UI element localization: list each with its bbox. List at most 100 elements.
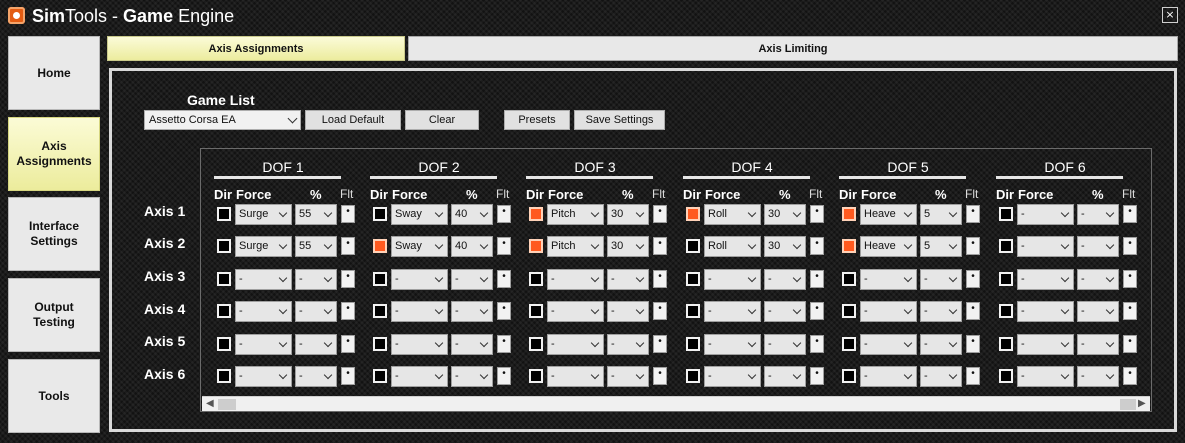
percent-select[interactable]: 55: [295, 204, 337, 225]
tab-axis-assignments[interactable]: Axis Assignments: [107, 36, 405, 61]
filter-button[interactable]: •: [810, 335, 824, 353]
direction-checkbox[interactable]: [217, 337, 231, 351]
force-select[interactable]: -: [391, 269, 448, 290]
percent-select[interactable]: 30: [607, 204, 649, 225]
direction-checkbox[interactable]: [217, 272, 231, 286]
force-select[interactable]: Roll: [704, 236, 761, 257]
filter-button[interactable]: •: [341, 270, 355, 288]
percent-select[interactable]: -: [920, 269, 962, 290]
direction-checkbox[interactable]: [529, 369, 543, 383]
percent-select[interactable]: -: [607, 366, 649, 387]
direction-checkbox[interactable]: [686, 272, 700, 286]
sidebar-item-home[interactable]: Home: [8, 36, 100, 110]
clear-button[interactable]: Clear: [405, 110, 479, 130]
percent-select[interactable]: -: [1077, 334, 1119, 355]
direction-checkbox[interactable]: [529, 272, 543, 286]
force-select[interactable]: Sway: [391, 236, 448, 257]
percent-select[interactable]: -: [1077, 236, 1119, 257]
direction-checkbox[interactable]: [373, 272, 387, 286]
force-select[interactable]: -: [235, 334, 292, 355]
filter-button[interactable]: •: [341, 302, 355, 320]
direction-checkbox[interactable]: [842, 272, 856, 286]
force-select[interactable]: -: [704, 301, 761, 322]
direction-checkbox[interactable]: [373, 239, 387, 253]
percent-select[interactable]: -: [764, 269, 806, 290]
horizontal-scrollbar[interactable]: ◀ ▶: [202, 396, 1150, 411]
direction-checkbox[interactable]: [842, 337, 856, 351]
percent-select[interactable]: -: [1077, 366, 1119, 387]
filter-button[interactable]: •: [341, 205, 355, 223]
force-select[interactable]: -: [860, 269, 917, 290]
force-select[interactable]: Surge: [235, 236, 292, 257]
force-select[interactable]: -: [1017, 366, 1074, 387]
sidebar-item-axis-assignments[interactable]: Axis Assignments: [8, 117, 100, 191]
filter-button[interactable]: •: [653, 205, 667, 223]
filter-button[interactable]: •: [810, 367, 824, 385]
percent-select[interactable]: -: [920, 366, 962, 387]
direction-checkbox[interactable]: [217, 207, 231, 221]
filter-button[interactable]: •: [966, 302, 980, 320]
filter-button[interactable]: •: [653, 367, 667, 385]
direction-checkbox[interactable]: [842, 304, 856, 318]
percent-select[interactable]: -: [1077, 269, 1119, 290]
load-default-button[interactable]: Load Default: [305, 110, 401, 130]
force-select[interactable]: -: [704, 366, 761, 387]
percent-select[interactable]: -: [451, 301, 493, 322]
percent-select[interactable]: -: [764, 366, 806, 387]
sidebar-item-interface-settings[interactable]: Interface Settings: [8, 197, 100, 271]
direction-checkbox[interactable]: [686, 337, 700, 351]
filter-button[interactable]: •: [653, 270, 667, 288]
filter-button[interactable]: •: [1123, 335, 1137, 353]
percent-select[interactable]: -: [607, 334, 649, 355]
filter-button[interactable]: •: [810, 237, 824, 255]
percent-select[interactable]: 55: [295, 236, 337, 257]
presets-button[interactable]: Presets: [504, 110, 570, 130]
force-select[interactable]: -: [1017, 269, 1074, 290]
direction-checkbox[interactable]: [999, 337, 1013, 351]
force-select[interactable]: -: [391, 301, 448, 322]
force-select[interactable]: -: [547, 301, 604, 322]
scroll-right-arrow-icon[interactable]: ▶: [1138, 398, 1146, 409]
percent-select[interactable]: -: [451, 269, 493, 290]
filter-button[interactable]: •: [653, 335, 667, 353]
filter-button[interactable]: •: [810, 270, 824, 288]
filter-button[interactable]: •: [810, 205, 824, 223]
force-select[interactable]: -: [391, 334, 448, 355]
direction-checkbox[interactable]: [217, 304, 231, 318]
filter-button[interactable]: •: [1123, 237, 1137, 255]
force-select[interactable]: -: [1017, 301, 1074, 322]
direction-checkbox[interactable]: [999, 207, 1013, 221]
direction-checkbox[interactable]: [999, 304, 1013, 318]
direction-checkbox[interactable]: [373, 207, 387, 221]
force-select[interactable]: Pitch: [547, 204, 604, 225]
percent-select[interactable]: -: [764, 301, 806, 322]
filter-button[interactable]: •: [966, 237, 980, 255]
percent-select[interactable]: -: [1077, 204, 1119, 225]
percent-select[interactable]: 30: [607, 236, 649, 257]
direction-checkbox[interactable]: [842, 207, 856, 221]
force-select[interactable]: -: [235, 301, 292, 322]
direction-checkbox[interactable]: [842, 369, 856, 383]
direction-checkbox[interactable]: [373, 304, 387, 318]
percent-select[interactable]: -: [295, 301, 337, 322]
direction-checkbox[interactable]: [373, 369, 387, 383]
sidebar-item-output-testing[interactable]: Output Testing: [8, 278, 100, 352]
direction-checkbox[interactable]: [999, 369, 1013, 383]
percent-select[interactable]: -: [607, 301, 649, 322]
percent-select[interactable]: 40: [451, 236, 493, 257]
percent-select[interactable]: -: [451, 334, 493, 355]
direction-checkbox[interactable]: [999, 239, 1013, 253]
force-select[interactable]: -: [1017, 204, 1074, 225]
force-select[interactable]: -: [547, 334, 604, 355]
direction-checkbox[interactable]: [842, 239, 856, 253]
filter-button[interactable]: •: [1123, 302, 1137, 320]
filter-button[interactable]: •: [1123, 367, 1137, 385]
percent-select[interactable]: 5: [920, 236, 962, 257]
filter-button[interactable]: •: [341, 335, 355, 353]
percent-select[interactable]: 30: [764, 236, 806, 257]
game-list-select[interactable]: Assetto Corsa EA: [144, 110, 301, 130]
filter-button[interactable]: •: [1123, 270, 1137, 288]
force-select[interactable]: Roll: [704, 204, 761, 225]
force-select[interactable]: Heave: [860, 236, 917, 257]
direction-checkbox[interactable]: [373, 337, 387, 351]
